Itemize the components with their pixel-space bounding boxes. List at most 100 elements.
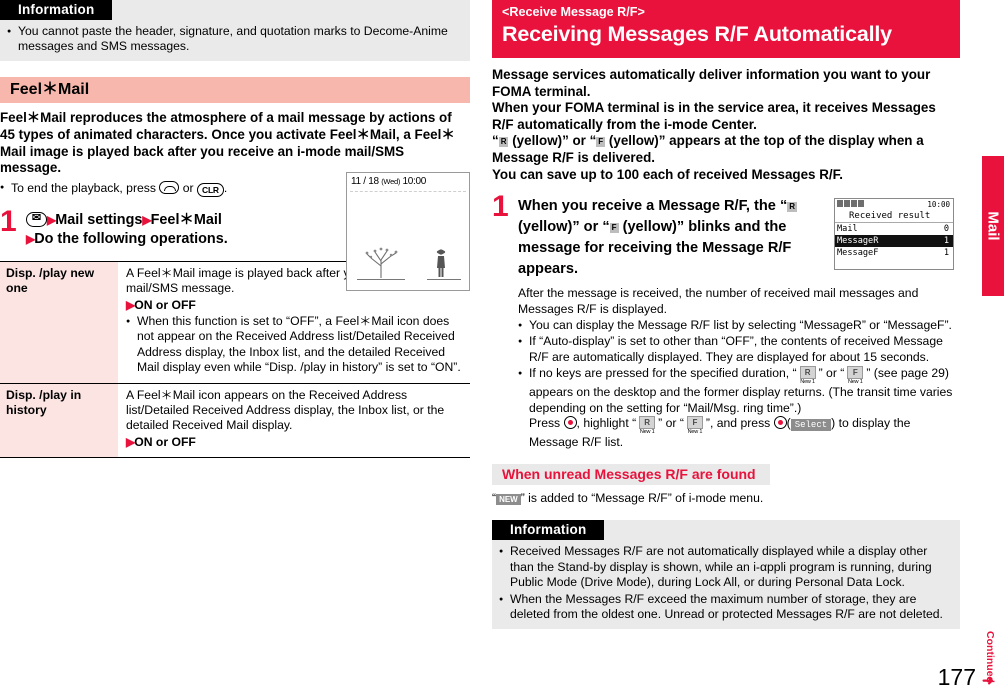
sidebar-tab-mail[interactable]: Mail <box>982 156 1004 296</box>
step-bullet: You can display the Message R/F list by … <box>518 318 960 333</box>
arrow-icon-4: ▶ <box>126 297 135 312</box>
press-c: ” or “ <box>658 416 684 430</box>
phone-time: 10:00 <box>402 176 427 187</box>
person-ground <box>427 278 461 280</box>
phone-list-item[interactable]: Mail 0 <box>835 223 953 235</box>
intro-paragraph: Message services automatically deliver i… <box>492 67 960 183</box>
option-key: Disp. /play in history <box>0 382 118 459</box>
message-f-new-icon: F New 1 <box>686 416 703 435</box>
message-f-icon: F <box>609 223 619 234</box>
step-number: 1 <box>0 204 17 238</box>
phone-list-count: 1 <box>943 236 949 247</box>
option-value: A Feel＊Mail icon appears on the Received… <box>118 382 470 459</box>
information-item: You cannot paste the header, signature, … <box>6 24 462 54</box>
press-b: , highlight “ <box>576 416 637 430</box>
phone-list-count: 0 <box>943 224 949 235</box>
center-key-icon[interactable] <box>773 416 787 429</box>
select-softkey-label[interactable]: Select <box>790 419 832 431</box>
information-header: Information <box>0 0 113 20</box>
option-desc: A Feel＊Mail icon appears on the Received… <box>126 387 445 433</box>
clr-key-icon: CLR <box>197 182 224 197</box>
left-column: Information You cannot paste the header,… <box>0 0 470 697</box>
person-illustration <box>436 249 446 277</box>
phone-divider <box>350 191 466 192</box>
option-key: Disp. /play new one <box>0 260 118 384</box>
phone-list-item-selected[interactable]: MessageR 1 <box>835 235 953 248</box>
press-d: ”, and press <box>705 416 771 430</box>
option-onoff-label: ON or OFF <box>134 434 196 449</box>
information-header: Information <box>492 520 605 541</box>
information-item: When the Messages R/F exceed the maximum… <box>498 592 952 622</box>
phone-day: (Wed) <box>381 177 401 186</box>
arrow-icon-2: ▶ <box>142 212 151 227</box>
step-target-mail-settings[interactable]: Mail settings <box>55 212 142 228</box>
message-f-new-icon: F New 1 <box>847 366 864 386</box>
subsection-heading: When unread Messages R/F are found <box>492 464 770 486</box>
tree-illustration <box>365 247 398 278</box>
playback-bullet-or: or <box>182 180 194 195</box>
phone-signal-icons <box>837 200 865 210</box>
page-title: Receiving Messages R/F Automatically <box>502 22 892 46</box>
phone-status-bar: 10:00 <box>835 199 953 210</box>
received-result-phone-screenshot: 10:00 Received result Mail 0 MessageR 1 … <box>834 198 954 271</box>
phone-list-item[interactable]: MessageF 1 <box>835 247 953 259</box>
phone-screen-title: Received result <box>835 210 953 224</box>
page-title-sub: <Receive Message R/F> <box>502 5 645 19</box>
intro-mid: (yellow)” or “ <box>512 133 597 149</box>
page-number: 177 <box>937 664 976 690</box>
playback-bullet-period: . <box>223 180 228 195</box>
step-bullet: If “Auto-display” is set to other than “… <box>518 334 960 365</box>
table-row: Disp. /play in history A Feel＊Mail icon … <box>0 382 470 459</box>
option-onoff[interactable]: ▶ON or OFF <box>126 435 464 450</box>
section-title-feel-mail: Feel＊Mail <box>0 77 470 104</box>
press-a: Press <box>529 416 561 430</box>
phone-list-count: 1 <box>943 248 949 259</box>
step-heading: When you receive a Message R/F, the “R (… <box>518 196 818 280</box>
message-f-icon: F <box>596 137 606 148</box>
arrow-icon-3: ▶ <box>26 231 35 246</box>
step-body: After the message is received, the numbe… <box>518 286 960 450</box>
intro-line-3: “R (yellow)” or “F (yellow)” appears at … <box>492 133 960 166</box>
intro-line-4: You can save up to 100 each of received … <box>492 166 844 182</box>
step-heading-a: When you receive a Message R/F, the “ <box>518 198 788 215</box>
option-onoff[interactable]: ▶ON or OFF <box>126 298 464 313</box>
step-line-2: ▶Do the following operations. <box>26 230 470 249</box>
tree-ground <box>357 278 405 280</box>
step-instruction: Do the following operations. <box>34 230 228 247</box>
option-onoff-label: ON or OFF <box>134 297 196 312</box>
step-heading-b: (yellow)” or “ <box>518 219 610 236</box>
step-bullet-a: If no keys are pressed for the specified… <box>529 366 797 381</box>
new-badge-icon: NEW <box>496 494 521 506</box>
section-body: Feel＊Mail reproduces the atmosphere of a… <box>0 110 455 176</box>
phone-list-label: Mail <box>837 224 858 235</box>
phone-clock: 10:00 <box>927 200 950 210</box>
step-1-right: 1 10:00 Received result Mail 0 MessageR … <box>492 192 960 450</box>
sidebar-tab-label: Mail <box>984 211 1002 241</box>
phone-list-label: MessageR <box>837 236 879 247</box>
center-key-icon[interactable] <box>563 416 577 429</box>
step-body-intro: After the message is received, the numbe… <box>518 286 919 316</box>
quote-open: “ <box>492 133 499 149</box>
message-r-icon: R <box>498 137 509 148</box>
information-box-left: Information You cannot paste the header,… <box>0 0 470 62</box>
message-r-new-icon: R New 1 <box>639 416 656 435</box>
right-column: <Receive Message R/F> Receiving Messages… <box>492 0 960 697</box>
step-bullet-b: ” or “ <box>818 366 845 381</box>
phone-status-time: 11 / 18 (Wed) 10:00 <box>347 173 469 188</box>
subsection-text-b: ” is added to “Message R/F” of i-mode me… <box>520 491 764 506</box>
information-list: You cannot paste the header, signature, … <box>0 24 470 54</box>
message-r-new-icon: R New 1 <box>799 366 816 386</box>
page-title-banner: <Receive Message R/F> Receiving Messages… <box>492 0 960 58</box>
mail-key-icon <box>26 211 47 227</box>
option-note: When this function is set to “OFF”, a Fe… <box>126 314 464 376</box>
arrow-icon-5: ▶ <box>126 434 135 449</box>
phone-date: 11 / 18 <box>351 176 379 187</box>
step-line-1: ▶Mail settings▶Feel＊Mail <box>26 211 470 230</box>
step-target-feel-mail[interactable]: Feel＊Mail <box>151 212 222 228</box>
playback-bullet-text: To end the playback, press <box>11 180 156 195</box>
step-bullet: If no keys are pressed for the specified… <box>518 366 960 416</box>
step-number: 1 <box>492 190 509 224</box>
press-instruction: Press , highlight “R New 1” or “F New 1”, … <box>529 416 911 449</box>
information-list: Received Messages R/F are not automatica… <box>492 544 960 622</box>
continued-marker: Continued ➜ <box>980 631 998 689</box>
